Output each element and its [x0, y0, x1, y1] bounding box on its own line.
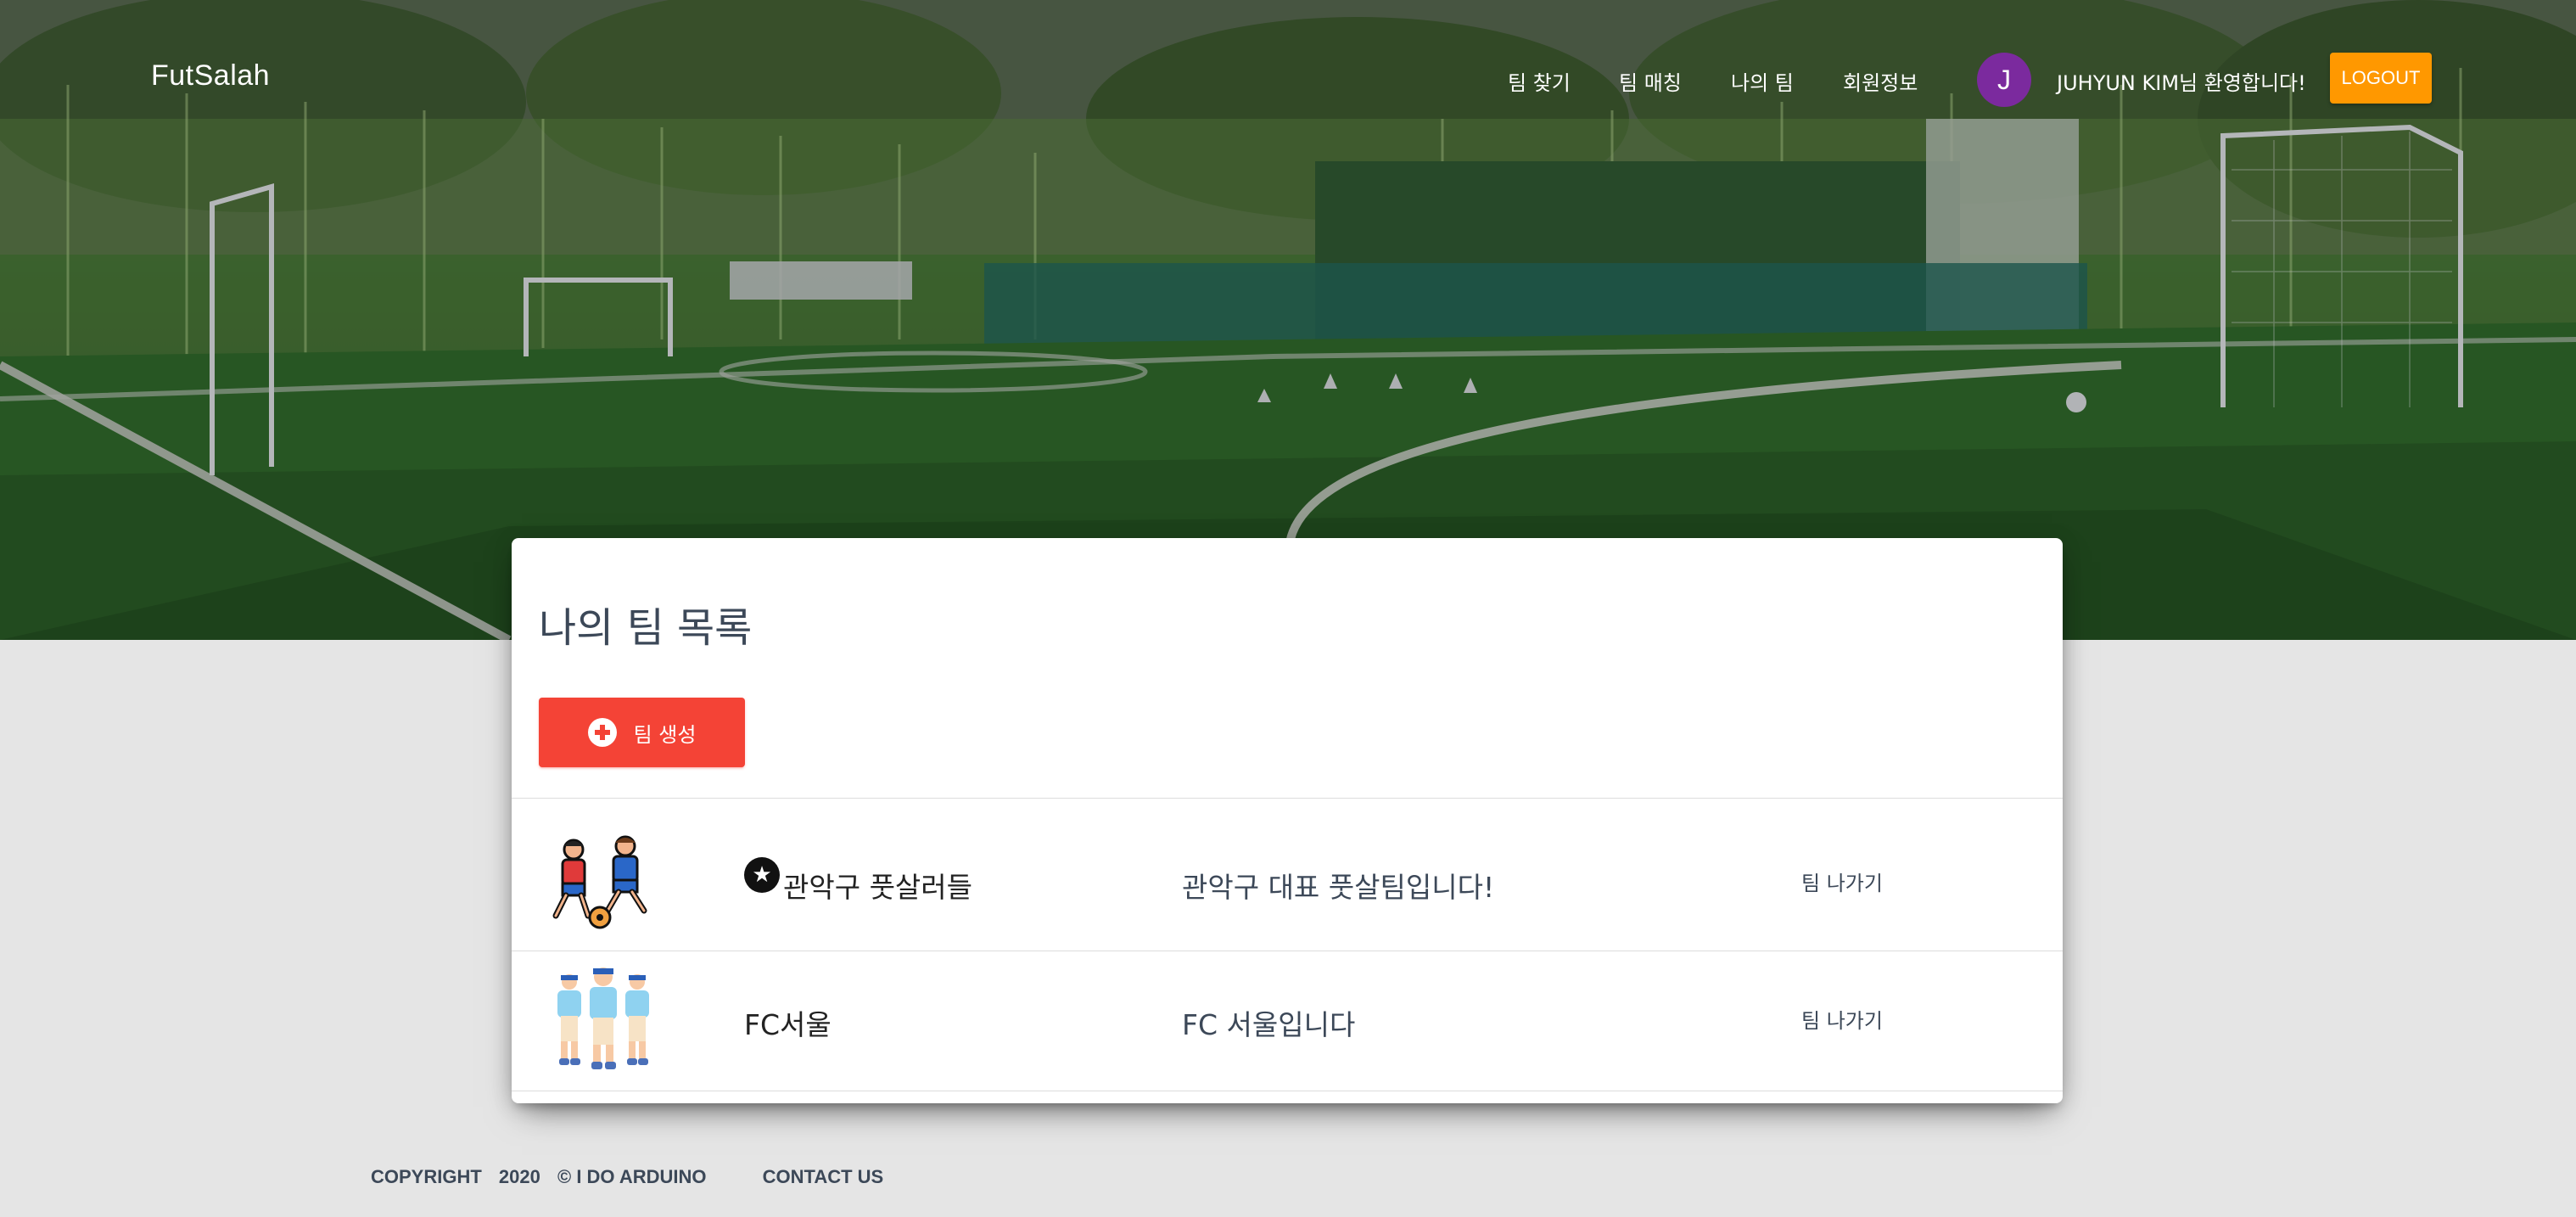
welcome-message: JUHYUN KIM님 환영합니다!	[2057, 71, 2306, 95]
footer: COPYRIGHT 2020 © I DO ARDUINO CONTACT US	[371, 1166, 883, 1188]
nav-team-matching[interactable]: 팀 매칭	[1619, 66, 1682, 96]
team-name[interactable]: FC서울	[744, 1002, 832, 1043]
team-description: 관악구 대표 풋살팀입니다!	[1182, 871, 1495, 904]
nav-find-team[interactable]: 팀 찾기	[1508, 66, 1571, 96]
contact-us-link[interactable]: CONTACT US	[763, 1166, 884, 1187]
team-players-icon	[557, 967, 649, 1069]
create-team-label: 팀 생성	[633, 722, 697, 747]
team-name[interactable]: ★ 관악구 풋살러들	[744, 857, 973, 906]
create-team-button[interactable]: 팀 생성	[539, 698, 745, 767]
copyright-label: COPYRIGHT	[371, 1166, 482, 1187]
leave-team-button[interactable]: 팀 나가기	[1801, 866, 1883, 896]
team-name-text: FC서울	[744, 1008, 832, 1041]
avatar[interactable]: J	[1977, 53, 2031, 107]
team-name-text: 관악구 풋살러들	[783, 871, 973, 904]
leader-star-icon: ★	[744, 857, 780, 893]
my-teams-card: 나의 팀 목록 팀 생성 ★ 관악구 풋살러들 관악구 대표 풋살팀입니다! 팀…	[512, 538, 2063, 1103]
team-description: FC 서울입니다	[1182, 1008, 1356, 1041]
leave-team-button[interactable]: 팀 나가기	[1801, 1004, 1883, 1034]
brand-logo[interactable]: FutSalah	[151, 59, 270, 93]
nav-profile[interactable]: 회원정보	[1843, 66, 1918, 96]
page-title: 나의 팀 목록	[539, 604, 753, 652]
nav-my-team[interactable]: 나의 팀	[1731, 66, 1794, 96]
copyright-owner: © I DO ARDUINO	[557, 1166, 707, 1187]
team-row[interactable]: FC서울 FC 서울입니다 팀 나가기	[512, 951, 2063, 1091]
soccer-players-icon	[552, 835, 647, 929]
logout-button[interactable]: LOGOUT	[2330, 53, 2432, 104]
plus-circle-icon	[587, 718, 617, 747]
copyright-year: 2020	[498, 1166, 540, 1187]
team-row[interactable]: ★ 관악구 풋살러들 관악구 대표 풋살팀입니다! 팀 나가기	[512, 798, 2063, 951]
